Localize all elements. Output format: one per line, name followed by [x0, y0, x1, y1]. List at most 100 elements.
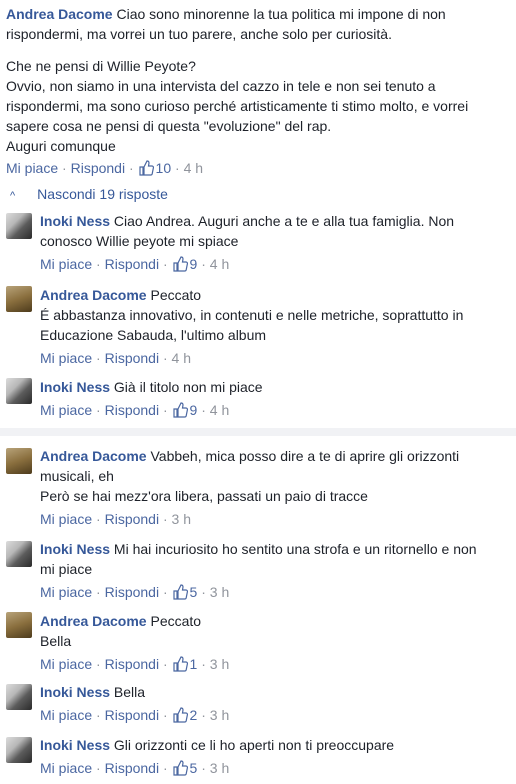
like-count[interactable]: 5: [172, 584, 197, 600]
timestamp[interactable]: 4 h: [210, 402, 229, 418]
comment-text: Ovvio, non siamo in una intervista del c…: [6, 78, 436, 94]
avatar[interactable]: [6, 737, 32, 763]
comment-actions: Mi piace · Rispondi · 9 · 4 h: [40, 254, 510, 274]
comment-text: Auguri comunque: [6, 138, 116, 154]
author-name[interactable]: Inoki Ness: [40, 684, 110, 700]
comment-text: Però se hai mezz'ora libera, passati un …: [40, 488, 368, 504]
separator: ·: [96, 511, 101, 527]
like-count[interactable]: 5: [172, 760, 197, 776]
reply-comment: Inoki Ness Mi hai incuriosito ho sentito…: [40, 539, 510, 602]
timestamp[interactable]: 3 h: [210, 707, 229, 723]
separator: ·: [201, 760, 206, 776]
comment-text: conosco Willie peyote mi spiace: [40, 233, 239, 249]
comment-text: É abbastanza innovativo, in contenuti e …: [40, 307, 464, 323]
comment-text: mi piace: [40, 561, 93, 577]
reply-link[interactable]: Rispondi: [105, 511, 159, 527]
avatar[interactable]: [6, 541, 32, 567]
avatar[interactable]: [6, 286, 32, 312]
like-link[interactable]: Mi piace: [40, 656, 92, 672]
thumbs-up-icon: [138, 160, 154, 176]
like-count[interactable]: 10: [138, 160, 175, 176]
separator: ·: [162, 350, 168, 366]
like-link[interactable]: Mi piace: [40, 707, 92, 723]
comment-text: Peccato: [150, 613, 202, 629]
author-name[interactable]: Andrea Dacome: [6, 6, 113, 22]
avatar[interactable]: [6, 378, 32, 404]
like-link[interactable]: Mi piace: [6, 160, 58, 176]
like-link[interactable]: Mi piace: [40, 584, 92, 600]
reply-link[interactable]: Rispondi: [105, 584, 159, 600]
like-link[interactable]: Mi piace: [40, 350, 92, 366]
like-link[interactable]: Mi piace: [40, 256, 92, 272]
separator: ·: [162, 584, 168, 600]
author-name[interactable]: Andrea Dacome: [40, 287, 147, 303]
author-name[interactable]: Andrea Dacome: [40, 613, 147, 629]
hide-replies-label: Nascondi 19 risposte: [37, 186, 168, 202]
timestamp[interactable]: 4 h: [184, 160, 203, 176]
comment-actions: Mi piace · Rispondi · 5 · 3 h: [40, 758, 510, 778]
separator: ·: [201, 584, 206, 600]
like-link[interactable]: Mi piace: [40, 760, 92, 776]
separator: ·: [162, 511, 168, 527]
comment-text: Bella: [113, 684, 146, 700]
hide-replies-link[interactable]: ^ Nascondi 19 risposte: [10, 186, 168, 202]
comment-text: Vabbeh, mica posso dire a te di aprire g…: [150, 448, 460, 464]
timestamp[interactable]: 3 h: [172, 511, 191, 527]
author-name[interactable]: Inoki Ness: [40, 737, 110, 753]
timestamp[interactable]: 3 h: [210, 656, 229, 672]
comment-actions: Mi piace · Rispondi · 5 · 3 h: [40, 582, 510, 602]
like-count[interactable]: 2: [172, 707, 197, 723]
comment-text: Già il titolo non mi piace: [113, 379, 263, 395]
reply-comment: Inoki Ness Ciao Andrea. Auguri anche a t…: [40, 211, 510, 274]
comment-text: musicali, eh: [40, 468, 114, 484]
author-name[interactable]: Inoki Ness: [40, 541, 110, 557]
comment-text: Ciao Andrea. Auguri anche a te e alla tu…: [113, 213, 455, 229]
like-link[interactable]: Mi piace: [40, 511, 92, 527]
comment-actions: Mi piace · Rispondi · 2 · 3 h: [40, 705, 510, 725]
separator: ·: [62, 160, 67, 176]
avatar[interactable]: [6, 612, 32, 638]
comment-text: Mi hai incuriosito ho sentito una strofa…: [113, 541, 477, 557]
reply-link[interactable]: Rispondi: [71, 160, 125, 176]
author-name[interactable]: Andrea Dacome: [40, 448, 147, 464]
reply-comment: Andrea Dacome Vabbeh, mica posso dire a …: [40, 446, 510, 529]
separator: ·: [175, 160, 180, 176]
section-divider: [0, 428, 516, 436]
reply-link[interactable]: Rispondi: [105, 760, 159, 776]
separator: ·: [201, 707, 206, 723]
avatar[interactable]: [6, 684, 32, 710]
timestamp[interactable]: 3 h: [210, 760, 229, 776]
timestamp[interactable]: 4 h: [172, 350, 191, 366]
reply-link[interactable]: Rispondi: [105, 350, 159, 366]
reply-link[interactable]: Rispondi: [105, 402, 159, 418]
separator: ·: [96, 402, 101, 418]
comment-actions: Mi piace · Rispondi · 3 h: [40, 509, 510, 529]
separator: ·: [162, 707, 168, 723]
thumbs-up-icon: [172, 256, 188, 272]
comment-actions: Mi piace · Rispondi · 1 · 3 h: [40, 654, 510, 674]
avatar[interactable]: [6, 213, 32, 239]
avatar[interactable]: [6, 448, 32, 474]
like-link[interactable]: Mi piace: [40, 402, 92, 418]
timestamp[interactable]: 4 h: [210, 256, 229, 272]
reply-link[interactable]: Rispondi: [105, 707, 159, 723]
reply-comment: Andrea Dacome Peccato Bella Mi piace · R…: [40, 611, 510, 674]
separator: ·: [96, 760, 101, 776]
thumbs-up-icon: [172, 584, 188, 600]
author-name[interactable]: Inoki Ness: [40, 379, 110, 395]
comment-text: Peccato: [150, 287, 202, 303]
comment-text: rispondermi, ma vorrei un tuo parere, an…: [6, 26, 392, 42]
separator: ·: [162, 256, 168, 272]
reply-link[interactable]: Rispondi: [105, 256, 159, 272]
separator: ·: [201, 656, 206, 672]
timestamp[interactable]: 3 h: [210, 584, 229, 600]
like-count[interactable]: 1: [172, 656, 197, 672]
reply-link[interactable]: Rispondi: [105, 656, 159, 672]
separator: ·: [128, 160, 134, 176]
thumbs-up-icon: [172, 402, 188, 418]
like-count[interactable]: 9: [172, 402, 197, 418]
like-count[interactable]: 9: [172, 256, 197, 272]
author-name[interactable]: Inoki Ness: [40, 213, 110, 229]
chevron-up-icon: ^: [10, 190, 16, 202]
comment-text: Ciao sono minorenne la tua politica mi i…: [116, 6, 446, 22]
